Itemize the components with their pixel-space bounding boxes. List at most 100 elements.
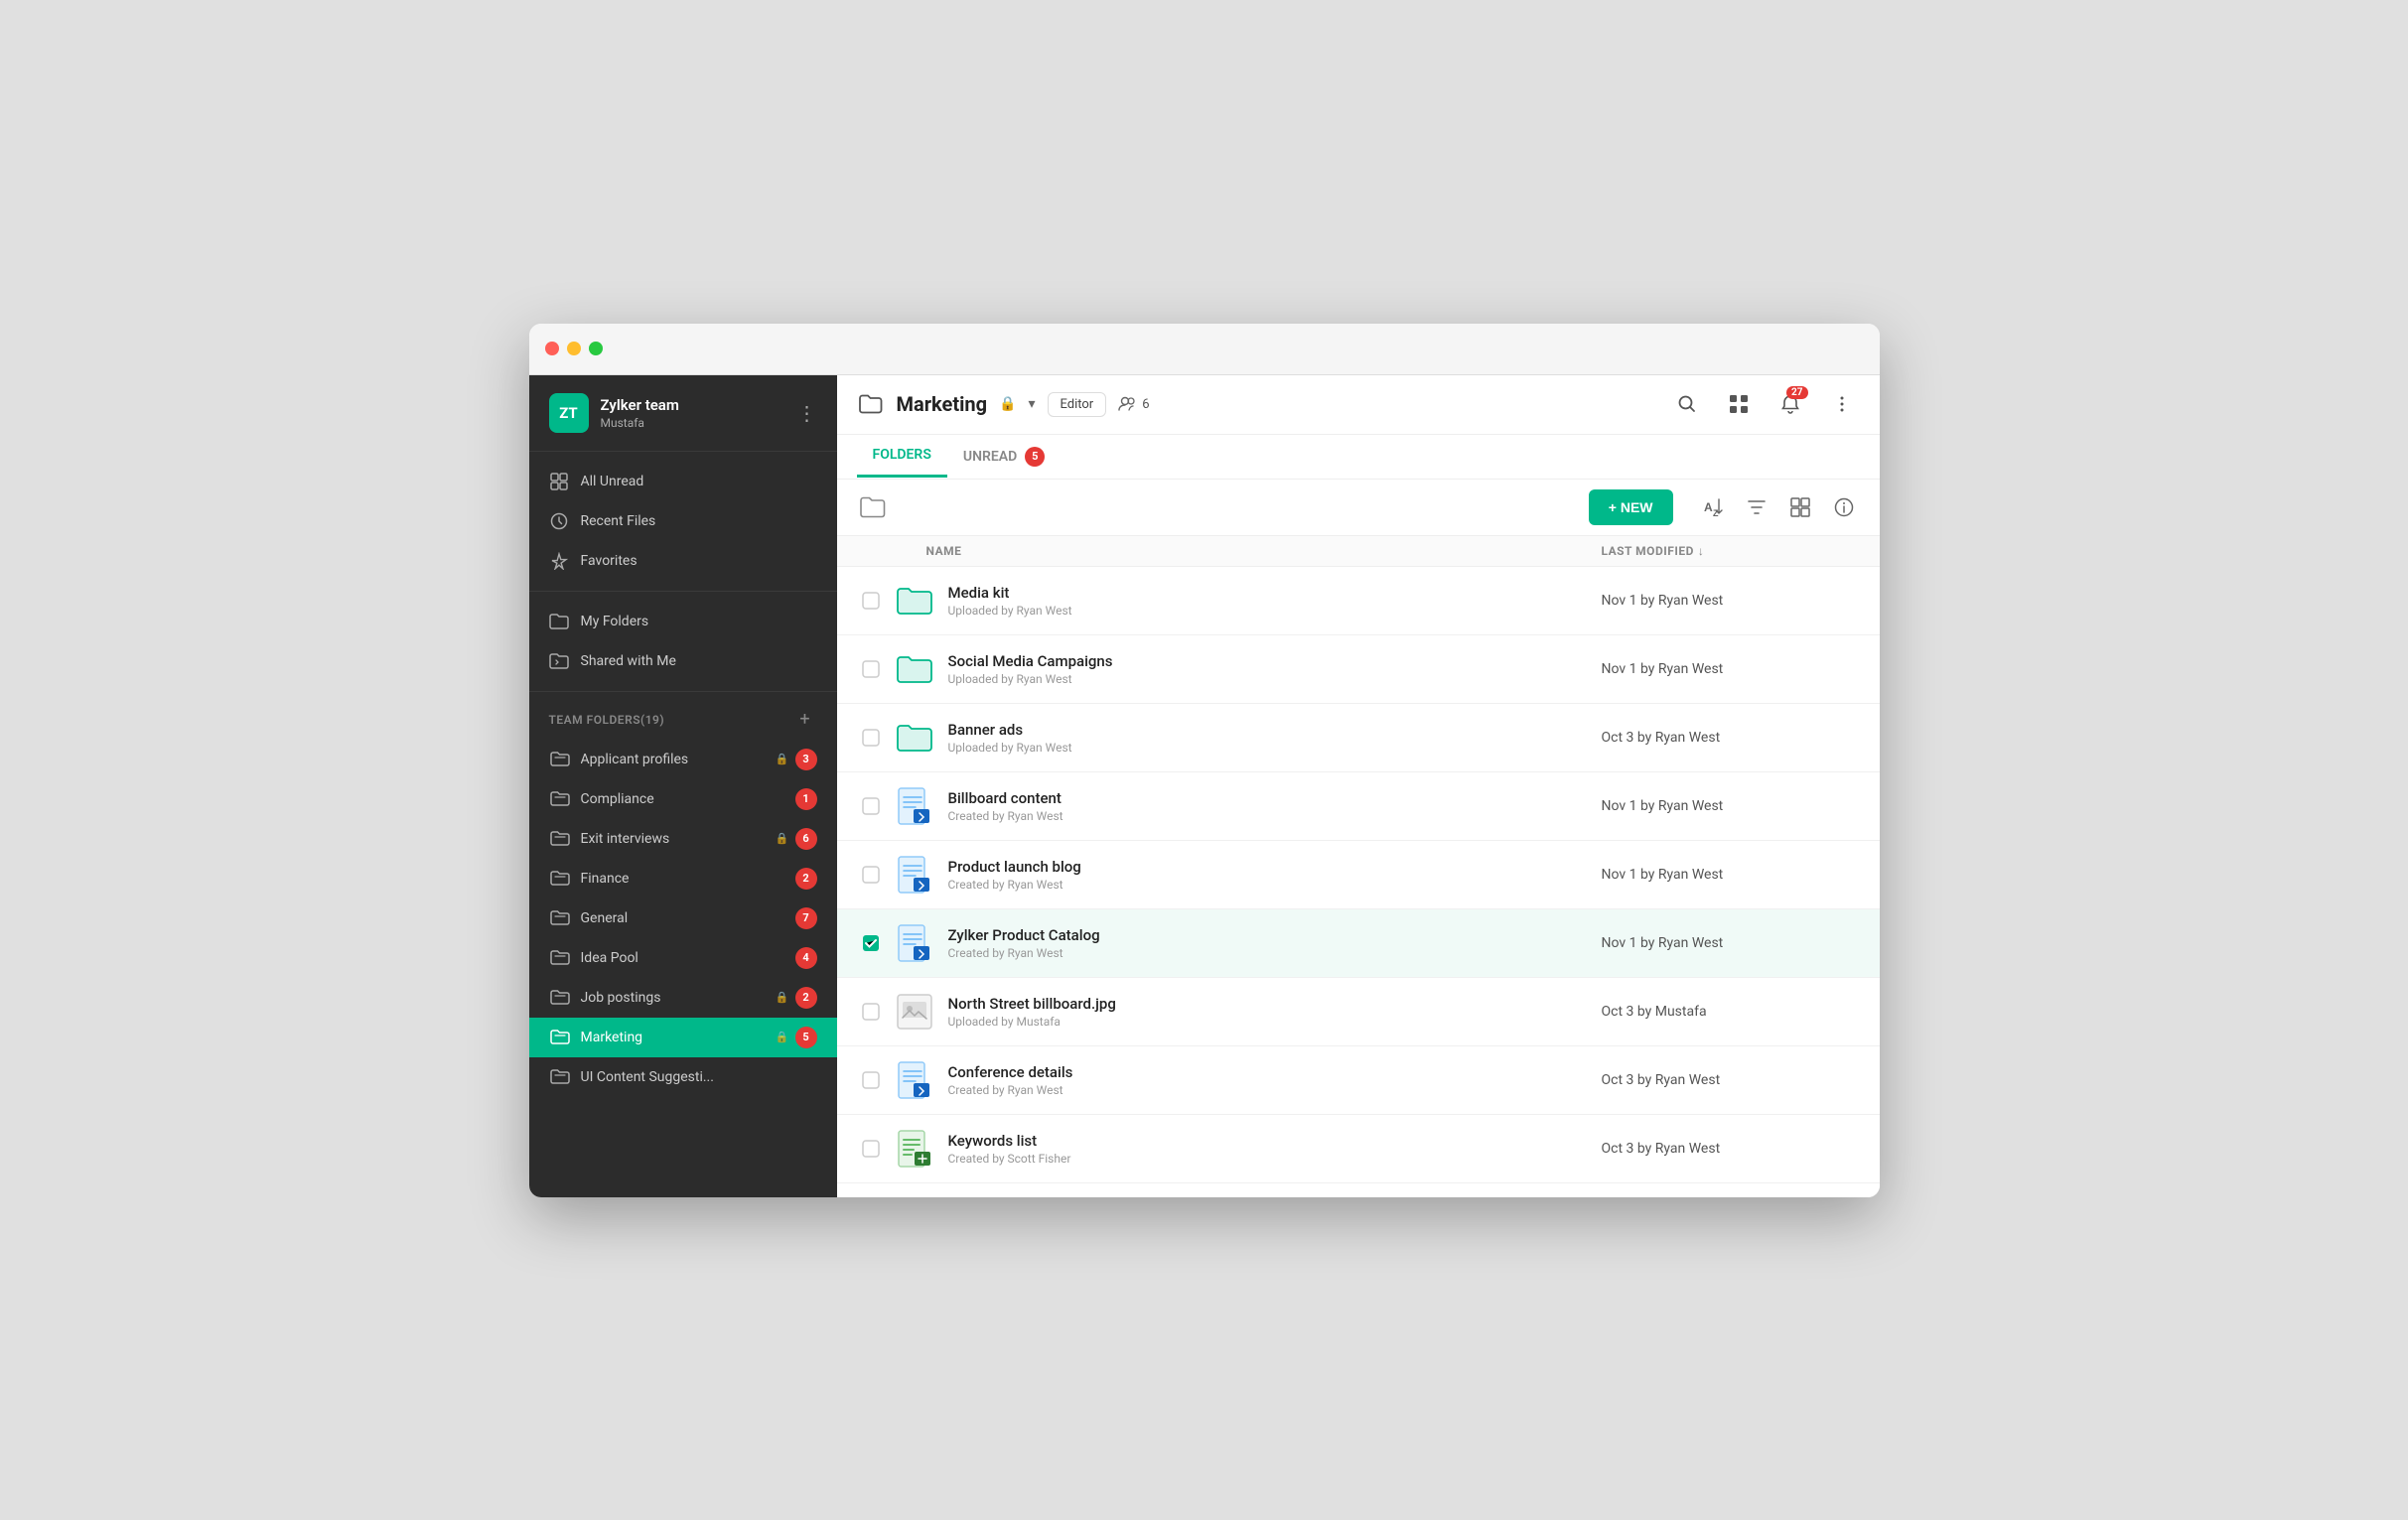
sidebar-folder-ui-content[interactable]: UI Content Suggesti... — [529, 1057, 837, 1097]
tab-folders[interactable]: FOLDERS — [857, 435, 947, 478]
file-row[interactable]: North Street billboard.jpgUploaded by Mu… — [837, 978, 1880, 1046]
members-count: 6 — [1142, 397, 1149, 412]
sort-az-button[interactable]: A Z — [1697, 491, 1729, 523]
workspace-user: Mustafa — [601, 416, 679, 430]
file-checkbox[interactable] — [857, 792, 885, 820]
folder-badge: 5 — [795, 1027, 817, 1048]
search-button[interactable] — [1669, 386, 1705, 422]
file-checkbox[interactable] — [857, 929, 885, 957]
file-modified-date: Oct 3 by Ryan West — [1602, 1072, 1860, 1088]
team-folder-name: Finance — [581, 871, 789, 887]
info-button[interactable] — [1828, 491, 1860, 523]
team-folder-icon — [549, 749, 571, 770]
file-row[interactable]: Social Media CampaignsUploaded by Ryan W… — [837, 635, 1880, 704]
file-info: Zylker Product CatalogCreated by Ryan We… — [948, 926, 1602, 960]
lock-icon: 🔒 — [776, 753, 789, 765]
file-name: Product launch blog — [948, 858, 1602, 876]
content-header: Marketing 🔒 ▾ Editor 6 — [837, 375, 1880, 435]
notifications-button[interactable]: 27 — [1772, 386, 1808, 422]
new-button[interactable]: + NEW — [1589, 489, 1673, 525]
close-dot[interactable] — [545, 342, 559, 355]
sidebar-item-shared-with-me[interactable]: Shared with Me — [529, 641, 837, 681]
col-modified-label: LAST MODIFIED — [1602, 544, 1694, 558]
maximize-dot[interactable] — [589, 342, 603, 355]
minimize-dot[interactable] — [567, 342, 581, 355]
header-title: Marketing — [897, 392, 988, 416]
col-modified-header[interactable]: LAST MODIFIED ↓ — [1602, 544, 1860, 558]
workspace-details: Zylker team Mustafa — [601, 396, 679, 430]
team-folder-name: Exit interviews — [581, 831, 772, 847]
more-options-button[interactable] — [1824, 386, 1860, 422]
sidebar-folder-applicant-profiles[interactable]: Applicant profiles🔒3 — [529, 740, 837, 779]
sidebar-item-all-unread[interactable]: All Unread — [529, 462, 837, 501]
team-folders-header: TEAM FOLDERS(19) + — [529, 692, 837, 740]
team-folder-name: Compliance — [581, 791, 789, 807]
file-type-icon — [895, 923, 934, 963]
sidebar-folder-job-postings[interactable]: Job postings🔒2 — [529, 978, 837, 1018]
file-subtitle: Uploaded by Ryan West — [948, 741, 1602, 755]
folder-badge: 6 — [795, 828, 817, 850]
lock-icon: 🔒 — [776, 832, 789, 845]
role-badge[interactable]: Editor — [1048, 392, 1107, 417]
file-name: Keywords list — [948, 1132, 1602, 1150]
file-list-header: NAME LAST MODIFIED ↓ — [837, 536, 1880, 567]
tab-unread[interactable]: UNREAD 5 — [947, 435, 1061, 479]
add-folder-button[interactable]: + — [793, 708, 817, 732]
file-row[interactable]: Media kitUploaded by Ryan WestNov 1 by R… — [837, 567, 1880, 635]
titlebar — [529, 324, 1880, 375]
file-subtitle: Uploaded by Ryan West — [948, 604, 1602, 618]
team-folder-icon — [549, 907, 571, 929]
file-row[interactable]: Banner adsUploaded by Ryan WestOct 3 by … — [837, 704, 1880, 772]
tab-unread-label: UNREAD — [963, 449, 1017, 465]
file-name: Zylker Product Catalog — [948, 926, 1602, 944]
file-checkbox[interactable] — [857, 861, 885, 889]
file-row[interactable]: Zylker Product CatalogCreated by Ryan We… — [837, 909, 1880, 978]
team-folder-icon — [549, 1027, 571, 1048]
sidebar-item-favorites[interactable]: Favorites — [529, 541, 837, 581]
folder-badge: 2 — [795, 868, 817, 890]
file-info: Product launch blogCreated by Ryan West — [948, 858, 1602, 892]
sidebar-nav: All Unread Recent Files — [529, 452, 837, 592]
file-row[interactable]: Product launch blogCreated by Ryan WestN… — [837, 841, 1880, 909]
file-type-icon — [895, 786, 934, 826]
apps-button[interactable] — [1721, 386, 1757, 422]
header-chevron-icon[interactable]: ▾ — [1028, 396, 1035, 412]
members-button[interactable]: 6 — [1118, 396, 1149, 412]
sidebar-item-my-folders[interactable]: My Folders — [529, 602, 837, 641]
sidebar-folder-exit-interviews[interactable]: Exit interviews 🔒 6 — [529, 819, 837, 859]
file-modified-date: Nov 1 by Ryan West — [1602, 661, 1860, 677]
filter-button[interactable] — [1741, 491, 1772, 523]
view-toggle-button[interactable] — [1784, 491, 1816, 523]
toolbar-folder-icon — [857, 491, 889, 523]
file-checkbox[interactable] — [857, 587, 885, 615]
sidebar-folder-compliance[interactable]: Compliance1 — [529, 779, 837, 819]
file-list: Media kitUploaded by Ryan WestNov 1 by R… — [837, 567, 1880, 1197]
file-modified-date: Oct 3 by Ryan West — [1602, 1141, 1860, 1157]
file-checkbox[interactable] — [857, 1135, 885, 1163]
file-row[interactable]: Billboard contentCreated by Ryan WestNov… — [837, 772, 1880, 841]
workspace-menu-button[interactable]: ⋮ — [797, 403, 817, 423]
file-checkbox[interactable] — [857, 655, 885, 683]
file-type-icon — [895, 855, 934, 895]
file-checkbox[interactable] — [857, 724, 885, 752]
sidebar-folder-general[interactable]: General7 — [529, 898, 837, 938]
sidebar-folder-marketing[interactable]: Marketing🔒5 — [529, 1018, 837, 1057]
sidebar-item-recent-files[interactable]: Recent Files — [529, 501, 837, 541]
file-row[interactable]: Keywords listCreated by Scott FisherOct … — [837, 1115, 1880, 1183]
header-left: Marketing 🔒 ▾ Editor 6 — [857, 390, 1150, 418]
favorites-label: Favorites — [581, 553, 637, 569]
team-folder-icon — [549, 1066, 571, 1088]
file-row[interactable]: Conference detailsCreated by Ryan WestOc… — [837, 1046, 1880, 1115]
tab-folders-label: FOLDERS — [873, 447, 931, 463]
recent-files-label: Recent Files — [581, 513, 656, 529]
svg-text:A: A — [1704, 500, 1713, 514]
sort-arrow-icon: ↓ — [1698, 544, 1705, 558]
file-subtitle: Uploaded by Ryan West — [948, 672, 1602, 686]
sidebar-folder-idea-pool[interactable]: Idea Pool4 — [529, 938, 837, 978]
sidebar-folder-finance[interactable]: Finance 2 — [529, 859, 837, 898]
file-info: North Street billboard.jpgUploaded by Mu… — [948, 995, 1602, 1029]
file-checkbox[interactable] — [857, 998, 885, 1026]
workspace-name: Zylker team — [601, 396, 679, 414]
folder-badge: 3 — [795, 749, 817, 770]
file-checkbox[interactable] — [857, 1066, 885, 1094]
